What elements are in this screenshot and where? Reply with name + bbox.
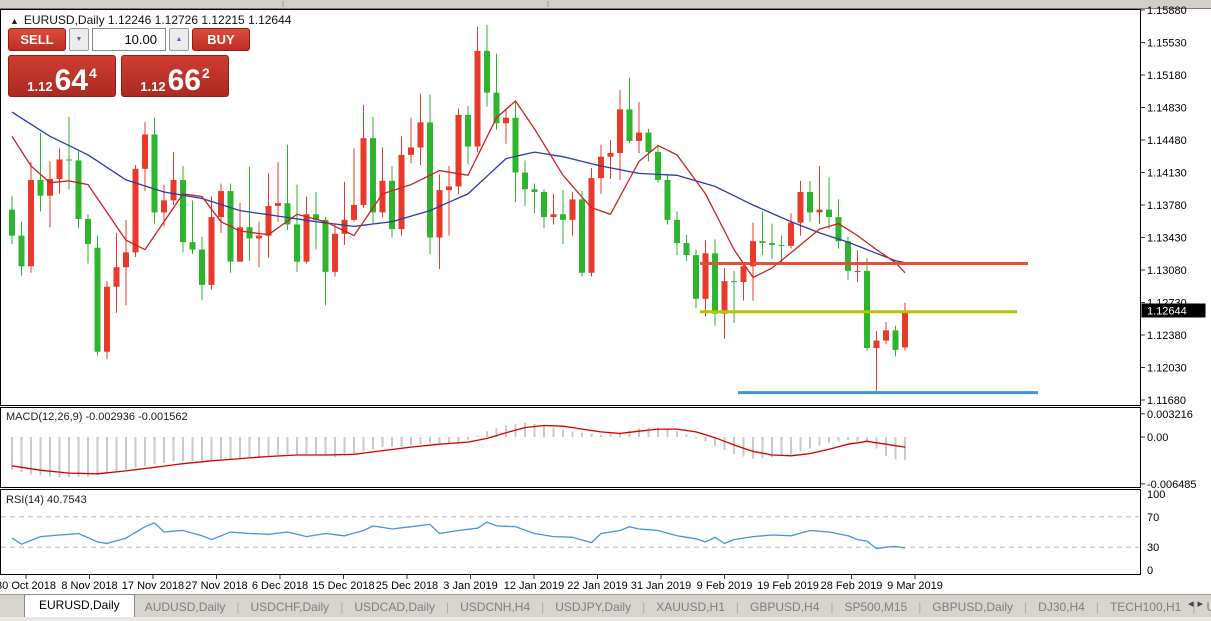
svg-text:1.14480: 1.14480 (1147, 135, 1187, 147)
svg-text:30 Oct 2018: 30 Oct 2018 (0, 580, 56, 592)
svg-text:0.003216: 0.003216 (1147, 409, 1193, 421)
svg-text:0.00: 0.00 (1147, 432, 1168, 444)
svg-text:1.12030: 1.12030 (1147, 363, 1187, 375)
svg-text:RSI(14) 40.7543: RSI(14) 40.7543 (6, 494, 87, 506)
symbol-ohlc-header: ▲ EURUSD,Daily 1.12246 1.12726 1.12215 1.… (10, 13, 291, 27)
svg-text:9 Mar 2019: 9 Mar 2019 (887, 580, 943, 592)
tab-dj30-h4[interactable]: DJ30,H4 (1028, 600, 1095, 614)
svg-text:9 Feb 2019: 9 Feb 2019 (697, 580, 753, 592)
svg-text:1.13080: 1.13080 (1147, 265, 1187, 277)
svg-text:19 Feb 2019: 19 Feb 2019 (757, 580, 819, 592)
buy-quote-button[interactable]: 1.12662 (121, 55, 229, 97)
tab-scroll-right-icon: ▸ (1197, 598, 1207, 610)
svg-text:0: 0 (1147, 565, 1153, 577)
buy-price-pip: 2 (202, 65, 210, 81)
svg-text:1.12644: 1.12644 (1147, 305, 1187, 317)
svg-text:12 Jan 2019: 12 Jan 2019 (504, 580, 565, 592)
chart-tabs-bar: EURUSD,DailyAUDUSD,Daily|USDCHF,Daily|US… (0, 594, 1211, 618)
svg-text:1.12380: 1.12380 (1147, 330, 1187, 342)
svg-text:MACD(12,26,9) -0.002936 -0.001: MACD(12,26,9) -0.002936 -0.001562 (6, 411, 188, 423)
svg-text:28 Feb 2019: 28 Feb 2019 (821, 580, 883, 592)
tab-gbpusd-daily[interactable]: GBPUSD,Daily (922, 600, 1023, 614)
svg-text:15 Dec 2018: 15 Dec 2018 (312, 580, 374, 592)
svg-text:1.14830: 1.14830 (1147, 103, 1187, 115)
svg-text:1.13430: 1.13430 (1147, 233, 1187, 245)
tab-usdchf-daily[interactable]: USDCHF,Daily (241, 600, 340, 614)
bottom-strip (0, 617, 1211, 621)
sell-price-big: 64 (55, 68, 88, 94)
svg-text:6 Dec 2018: 6 Dec 2018 (252, 580, 308, 592)
buy-price-big: 66 (168, 68, 201, 94)
svg-text:1.15180: 1.15180 (1147, 70, 1187, 82)
trading-platform-window: { "symbol_header": { "marker": "▲", "tex… (0, 0, 1211, 621)
tab-eurusd-daily[interactable]: EURUSD,Daily (24, 594, 135, 617)
svg-text:3 Jan 2019: 3 Jan 2019 (443, 580, 497, 592)
one-click-trade-panel: SELL ▼ ▲ BUY 1.12644 1.12662 (8, 28, 232, 97)
svg-text:70: 70 (1147, 512, 1159, 524)
sell-button[interactable]: SELL (8, 28, 66, 51)
svg-text:1.14130: 1.14130 (1147, 168, 1187, 180)
tab-sp500-m15[interactable]: SP500,M15 (835, 600, 918, 614)
tab-xauusd-h1[interactable]: XAUUSD,H1 (646, 600, 735, 614)
tab-tech100-h1[interactable]: TECH100,H1 (1100, 600, 1191, 614)
tab-usdcnh-h4[interactable]: USDCNH,H4 (450, 600, 540, 614)
svg-text:22 Jan 2019: 22 Jan 2019 (567, 580, 628, 592)
svg-text:25 Dec 2018: 25 Dec 2018 (376, 580, 438, 592)
collapse-triangle-icon[interactable]: ▲ (10, 16, 19, 26)
svg-text:100: 100 (1147, 489, 1165, 501)
svg-text:1.15530: 1.15530 (1147, 38, 1187, 50)
svg-text:1.15880: 1.15880 (1147, 5, 1187, 17)
spinner-down-icon: ▼ (76, 36, 83, 43)
svg-text:30: 30 (1147, 542, 1159, 554)
buy-button[interactable]: BUY (192, 28, 250, 51)
svg-text:8 Nov 2018: 8 Nov 2018 (61, 580, 117, 592)
spinner-up-icon: ▲ (176, 36, 183, 43)
tab-scroll-arrows[interactable]: ◂▸ (1188, 597, 1207, 610)
svg-text:1.13780: 1.13780 (1147, 200, 1187, 212)
svg-text:17 Nov 2018: 17 Nov 2018 (122, 580, 184, 592)
volume-increase-button[interactable]: ▲ (169, 28, 189, 51)
volume-input[interactable] (92, 28, 166, 51)
buy-price-prefix: 1.12 (140, 80, 165, 93)
svg-text:31 Jan 2019: 31 Jan 2019 (631, 580, 692, 592)
svg-text:27 Nov 2018: 27 Nov 2018 (185, 580, 247, 592)
tab-usdcad-daily[interactable]: USDCAD,Daily (344, 600, 445, 614)
sell-quote-button[interactable]: 1.12644 (8, 55, 116, 97)
tab-gbpusd-h4[interactable]: GBPUSD,H4 (740, 600, 829, 614)
tab-audusd-daily[interactable]: AUDUSD,Daily (135, 600, 236, 614)
svg-text:1.11680: 1.11680 (1147, 395, 1186, 407)
sell-price-prefix: 1.12 (27, 80, 52, 93)
tab-usdjpy-daily[interactable]: USDJPY,Daily (545, 600, 641, 614)
volume-decrease-button[interactable]: ▼ (69, 28, 89, 51)
symbol-ohlc-text: EURUSD,Daily 1.12246 1.12726 1.12215 1.1… (24, 13, 292, 27)
sell-price-pip: 4 (89, 65, 97, 81)
